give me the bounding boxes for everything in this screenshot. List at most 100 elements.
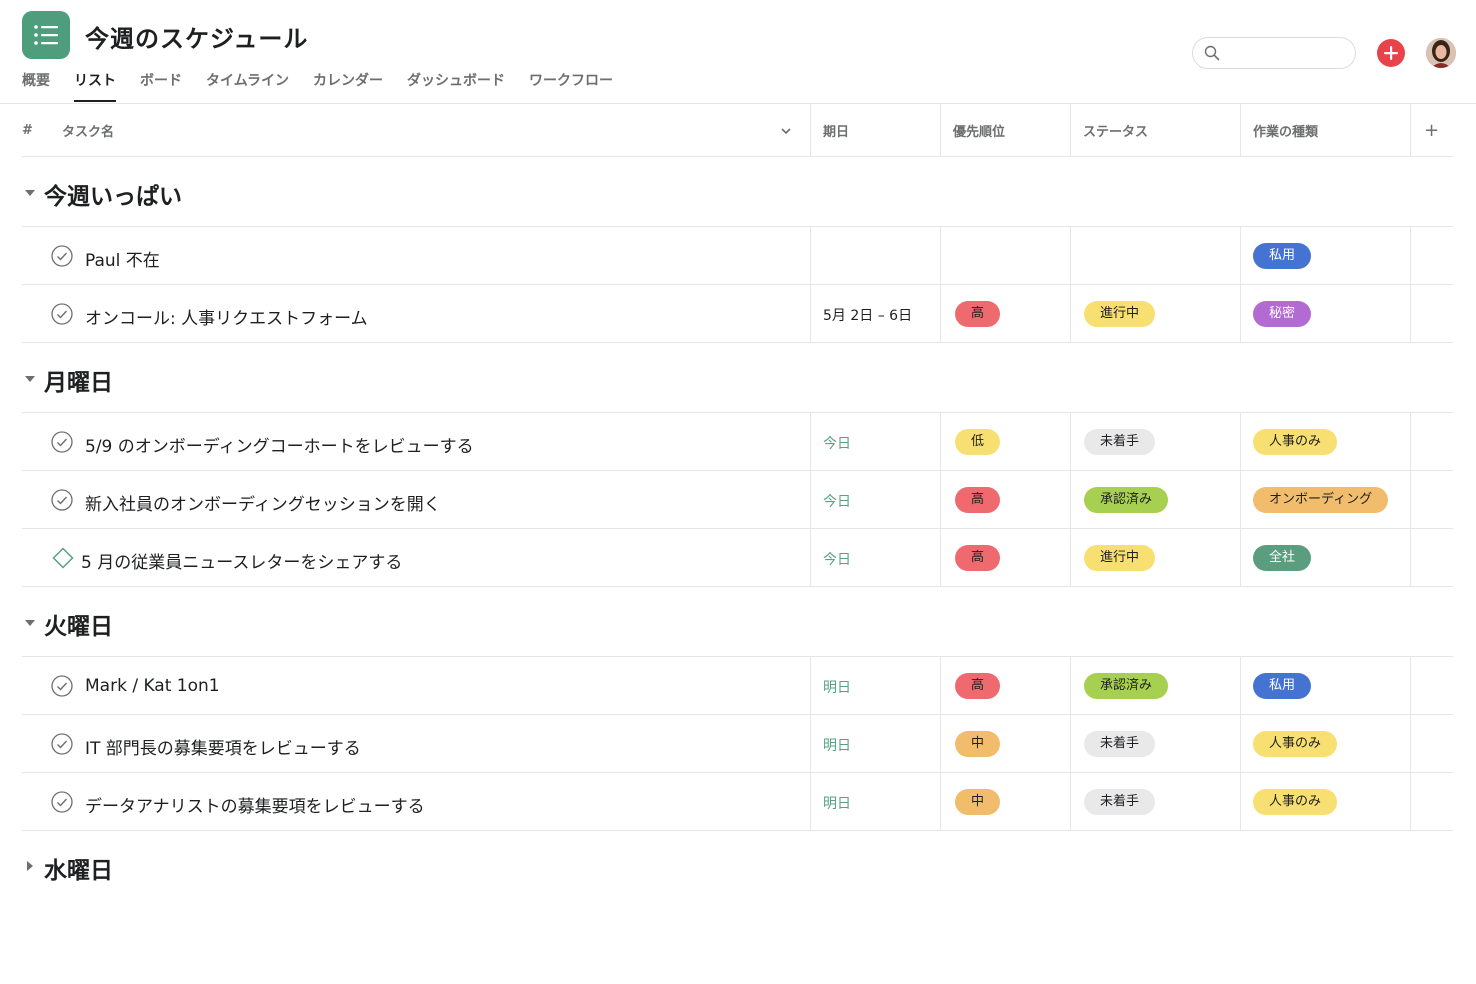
priority-tag[interactable]: 高: [955, 673, 1001, 699]
task-row[interactable]: Paul 不在 私用: [22, 227, 1453, 285]
due-date[interactable]: 明日: [823, 793, 851, 813]
chevron-down-icon[interactable]: [780, 126, 792, 136]
section-header[interactable]: 月曜日: [22, 343, 1453, 413]
due-date[interactable]: 今日: [823, 491, 851, 511]
project-list-icon: [22, 11, 70, 59]
task-row[interactable]: 5/9 のオンボーディングコーホートをレビューする 今日 低 未着手 人事のみ: [22, 413, 1453, 471]
milestone-diamond-icon[interactable]: [52, 547, 74, 569]
grid-line: [1070, 657, 1071, 831]
priority-tag[interactable]: 低: [955, 429, 1001, 455]
section-header[interactable]: 火曜日: [22, 587, 1453, 657]
work-type-tag[interactable]: 私用: [1253, 243, 1312, 269]
tab-timeline[interactable]: タイムライン: [206, 64, 289, 102]
status-tag[interactable]: 進行中: [1084, 545, 1156, 571]
status-tag[interactable]: 承認済み: [1084, 673, 1169, 699]
task-name[interactable]: 5/9 のオンボーディングコーホートをレビューする: [85, 432, 474, 457]
check-circle-icon[interactable]: [51, 733, 73, 755]
task-name[interactable]: Mark / Kat 1on1: [85, 676, 220, 696]
section-title[interactable]: 水曜日: [44, 851, 113, 885]
task-name[interactable]: 新入社員のオンボーディングセッションを開く: [85, 490, 441, 515]
section-title[interactable]: 月曜日: [44, 363, 113, 397]
col-work-type[interactable]: 作業の種類: [1253, 104, 1318, 157]
task-name[interactable]: Paul 不在: [85, 246, 160, 271]
task-name[interactable]: オンコール: 人事リクエストフォーム: [85, 304, 368, 329]
plus-icon: [1384, 46, 1398, 60]
status-tag[interactable]: 進行中: [1084, 301, 1156, 327]
task-row[interactable]: 5 月の従業員ニュースレターをシェアする 今日 高 進行中 全社: [22, 529, 1453, 587]
tab-overview[interactable]: 概要: [22, 64, 50, 102]
search-icon: [1204, 45, 1220, 61]
section-title[interactable]: 火曜日: [44, 607, 113, 641]
add-button[interactable]: [1377, 39, 1405, 67]
grid-line: [1240, 657, 1241, 831]
priority-tag[interactable]: 中: [955, 789, 1001, 815]
work-type-tag[interactable]: 全社: [1253, 545, 1312, 571]
search-box[interactable]: [1192, 37, 1356, 69]
caret-down-icon[interactable]: [24, 375, 36, 383]
task-row[interactable]: 新入社員のオンボーディングセッションを開く 今日 高 承認済み オンボーディング: [22, 471, 1453, 529]
check-circle-icon[interactable]: [51, 489, 73, 511]
grid-line: [1240, 104, 1241, 157]
grid-line: [1240, 413, 1241, 587]
grid-line: [810, 104, 811, 157]
work-type-tag[interactable]: 秘密: [1253, 301, 1312, 327]
priority-tag[interactable]: 高: [955, 545, 1001, 571]
work-type-tag[interactable]: 人事のみ: [1253, 429, 1338, 455]
work-type-tag[interactable]: 人事のみ: [1253, 731, 1338, 757]
grid-line: [940, 227, 941, 343]
due-date[interactable]: 明日: [823, 677, 851, 697]
col-due-date[interactable]: 期日: [823, 104, 849, 157]
search-input[interactable]: [1227, 42, 1347, 64]
section-title[interactable]: 今週いっぱい: [44, 177, 182, 211]
section-header[interactable]: 水曜日: [22, 831, 1453, 901]
add-column-button[interactable]: +: [1424, 104, 1439, 157]
status-tag[interactable]: 未着手: [1084, 789, 1156, 815]
grid-line: [810, 227, 811, 343]
section-header[interactable]: 今週いっぱい: [22, 157, 1453, 227]
col-status[interactable]: ステータス: [1083, 104, 1148, 157]
priority-tag[interactable]: 高: [955, 487, 1001, 513]
check-circle-icon[interactable]: [51, 303, 73, 325]
caret-down-icon[interactable]: [24, 189, 36, 197]
grid-line: [810, 413, 811, 587]
avatar[interactable]: [1426, 38, 1456, 68]
status-tag[interactable]: 未着手: [1084, 731, 1156, 757]
task-name[interactable]: IT 部門長の募集要項をレビューする: [85, 734, 361, 759]
check-circle-icon[interactable]: [51, 791, 73, 813]
tab-workflow[interactable]: ワークフロー: [529, 64, 613, 102]
check-circle-icon[interactable]: [51, 431, 73, 453]
check-circle-icon[interactable]: [51, 675, 73, 697]
task-row[interactable]: オンコール: 人事リクエストフォーム 5月 2日 – 6日 高 進行中 秘密: [22, 285, 1453, 343]
grid-line: [1240, 227, 1241, 343]
caret-down-icon[interactable]: [24, 619, 36, 627]
tab-board[interactable]: ボード: [140, 64, 182, 102]
due-date[interactable]: 今日: [823, 549, 851, 569]
grid-line: [1410, 413, 1411, 587]
due-date[interactable]: 今日: [823, 433, 851, 453]
due-date[interactable]: 明日: [823, 735, 851, 755]
task-row[interactable]: IT 部門長の募集要項をレビューする 明日 中 未着手 人事のみ: [22, 715, 1453, 773]
priority-tag[interactable]: 高: [955, 301, 1001, 327]
task-row[interactable]: Mark / Kat 1on1 明日 高 承認済み 私用: [22, 657, 1453, 715]
project-title: 今週のスケジュール: [85, 25, 309, 53]
col-priority[interactable]: 優先順位: [953, 104, 1005, 157]
grid-line: [940, 104, 941, 157]
task-name[interactable]: 5 月の従業員ニュースレターをシェアする: [81, 548, 402, 573]
grid-line: [1410, 104, 1411, 157]
status-tag[interactable]: 承認済み: [1084, 487, 1169, 513]
work-type-tag[interactable]: 人事のみ: [1253, 789, 1338, 815]
tab-list[interactable]: リスト: [74, 64, 116, 102]
status-tag[interactable]: 未着手: [1084, 429, 1156, 455]
task-name[interactable]: データアナリストの募集要項をレビューする: [85, 792, 425, 817]
task-row[interactable]: データアナリストの募集要項をレビューする 明日 中 未着手 人事のみ: [22, 773, 1453, 831]
col-task-name[interactable]: タスク名: [62, 104, 114, 157]
tab-dashboard[interactable]: ダッシュボード: [407, 64, 505, 102]
check-circle-icon[interactable]: [51, 245, 73, 267]
tab-calendar[interactable]: カレンダー: [313, 64, 383, 102]
work-type-tag[interactable]: 私用: [1253, 673, 1312, 699]
due-date[interactable]: 5月 2日 – 6日: [823, 305, 912, 325]
priority-tag[interactable]: 中: [955, 731, 1001, 757]
work-type-tag[interactable]: オンボーディング: [1253, 487, 1389, 513]
caret-right-icon[interactable]: [26, 860, 34, 872]
col-number: #: [22, 123, 33, 138]
